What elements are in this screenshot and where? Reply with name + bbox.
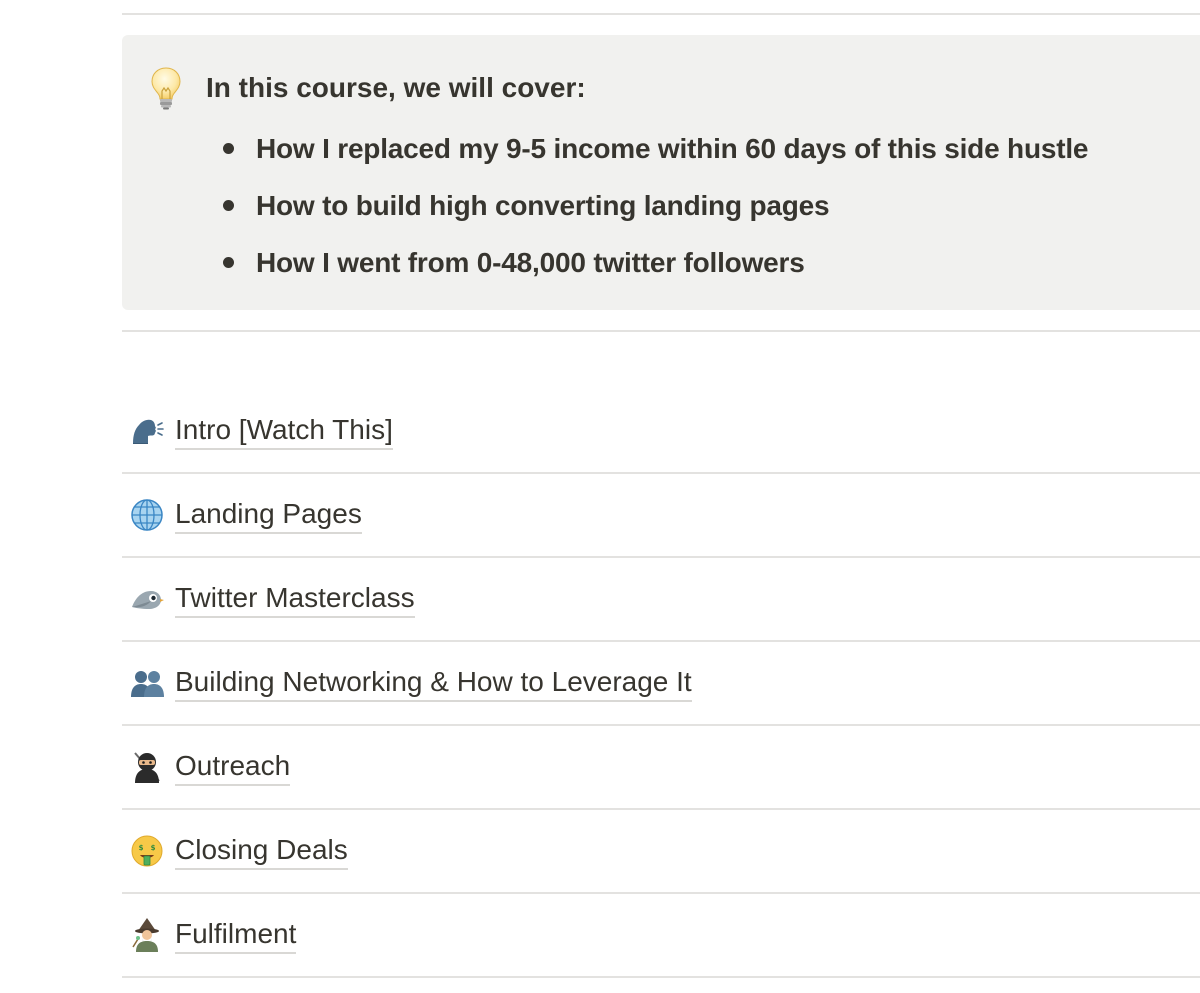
subpage-list: Intro [Watch This] Landing Pages Twitter…: [122, 390, 1200, 978]
bullet-text: How I replaced my 9-5 income within 60 d…: [256, 132, 1089, 164]
notion-page: In this course, we will cover: How I rep…: [0, 0, 1200, 993]
svg-text:$: $: [151, 844, 156, 852]
bullet-item: How I replaced my 9-5 income within 60 d…: [218, 120, 1088, 177]
page-link-landing-pages[interactable]: Landing Pages: [122, 474, 1200, 558]
page-link-label: Landing Pages: [175, 497, 362, 534]
page-link-building-networking[interactable]: Building Networking & How to Leverage It: [122, 642, 1200, 726]
bullet-item: How to build high converting landing pag…: [218, 177, 1088, 234]
ninja-icon: [129, 749, 165, 785]
page-link-fulfilment[interactable]: Fulfilment: [122, 894, 1200, 978]
busts-in-silhouette-icon: [129, 665, 165, 701]
callout-bullet-list: How I replaced my 9-5 income within 60 d…: [218, 120, 1088, 291]
page-link-label: Fulfilment: [175, 917, 297, 954]
page-link-twitter-masterclass[interactable]: Twitter Masterclass: [122, 558, 1200, 642]
bullet-dot-icon: [223, 143, 234, 154]
speaking-head-icon: [129, 413, 165, 449]
bullet-dot-icon: [223, 200, 234, 211]
bullet-text: How I went from 0-48,000 twitter followe…: [256, 246, 805, 278]
callout-title: In this course, we will cover:: [206, 72, 586, 103]
page-link-closing-deals[interactable]: $ $ Closing Deals: [122, 810, 1200, 894]
svg-text:$: $: [139, 844, 144, 852]
page-link-label: Closing Deals: [175, 833, 348, 870]
page-link-label: Twitter Masterclass: [175, 581, 415, 618]
page-link-label: Intro [Watch This]: [175, 413, 393, 450]
bird-icon: [129, 581, 165, 617]
page-link-label: Outreach: [175, 749, 291, 786]
globe-icon: [129, 497, 165, 533]
mage-icon: [129, 917, 165, 953]
section-divider: [122, 330, 1200, 332]
lightbulb-icon: [151, 67, 181, 110]
money-mouth-face-icon: $ $: [129, 833, 165, 869]
page-link-label: Building Networking & How to Leverage It: [175, 665, 692, 702]
page-link-outreach[interactable]: Outreach: [122, 726, 1200, 810]
bullet-dot-icon: [223, 257, 234, 268]
top-divider: [122, 13, 1200, 15]
bullet-item: How I went from 0-48,000 twitter followe…: [218, 234, 1088, 291]
page-link-intro[interactable]: Intro [Watch This]: [122, 390, 1200, 474]
bullet-text: How to build high converting landing pag…: [256, 189, 830, 221]
